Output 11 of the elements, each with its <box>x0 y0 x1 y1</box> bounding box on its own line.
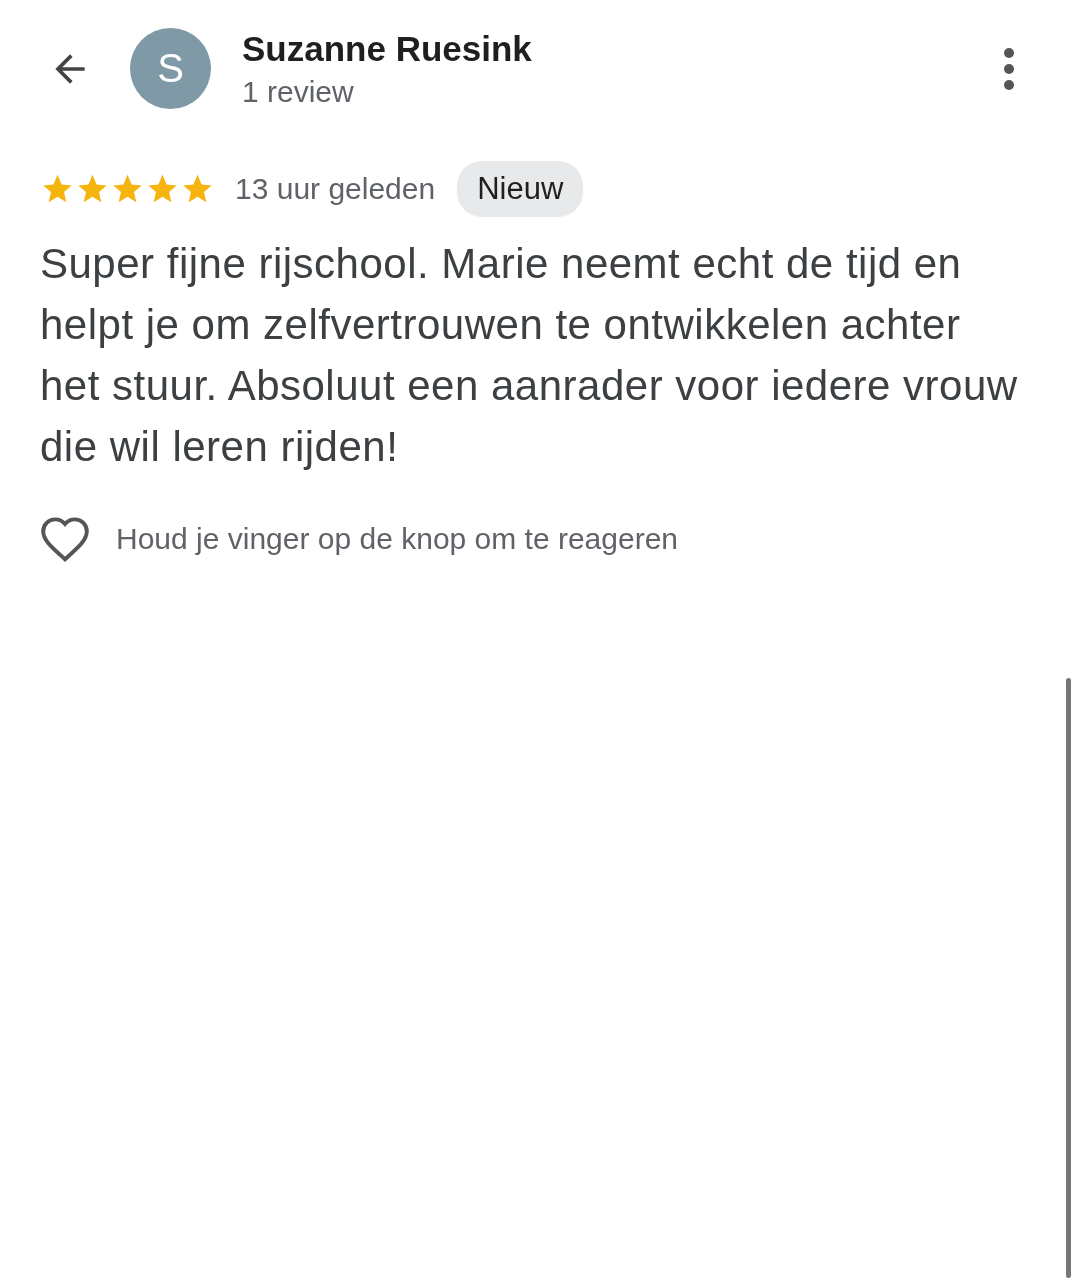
more-options-button[interactable] <box>1003 46 1015 91</box>
heart-icon <box>38 515 92 563</box>
reviewer-name: Suzanne Ruesink <box>242 28 533 69</box>
like-button[interactable] <box>38 515 92 563</box>
new-badge: Nieuw <box>457 161 584 217</box>
review-count: 1 review <box>242 74 355 109</box>
review-time: 13 uur geleden <box>235 172 436 206</box>
avatar: S <box>130 28 211 109</box>
more-icon <box>1003 46 1015 91</box>
review-text: Super fijne rijschool. Marie neemt echt de tijd en helpt je om zelfvertrouwen te ontwikkelen achter het stuur. Absoluut een aanrader voor iedere vrouw die wil leren rijden! <box>40 239 1019 472</box>
reaction-hint: Houd je vinger op de knop om te reageren <box>116 522 679 556</box>
